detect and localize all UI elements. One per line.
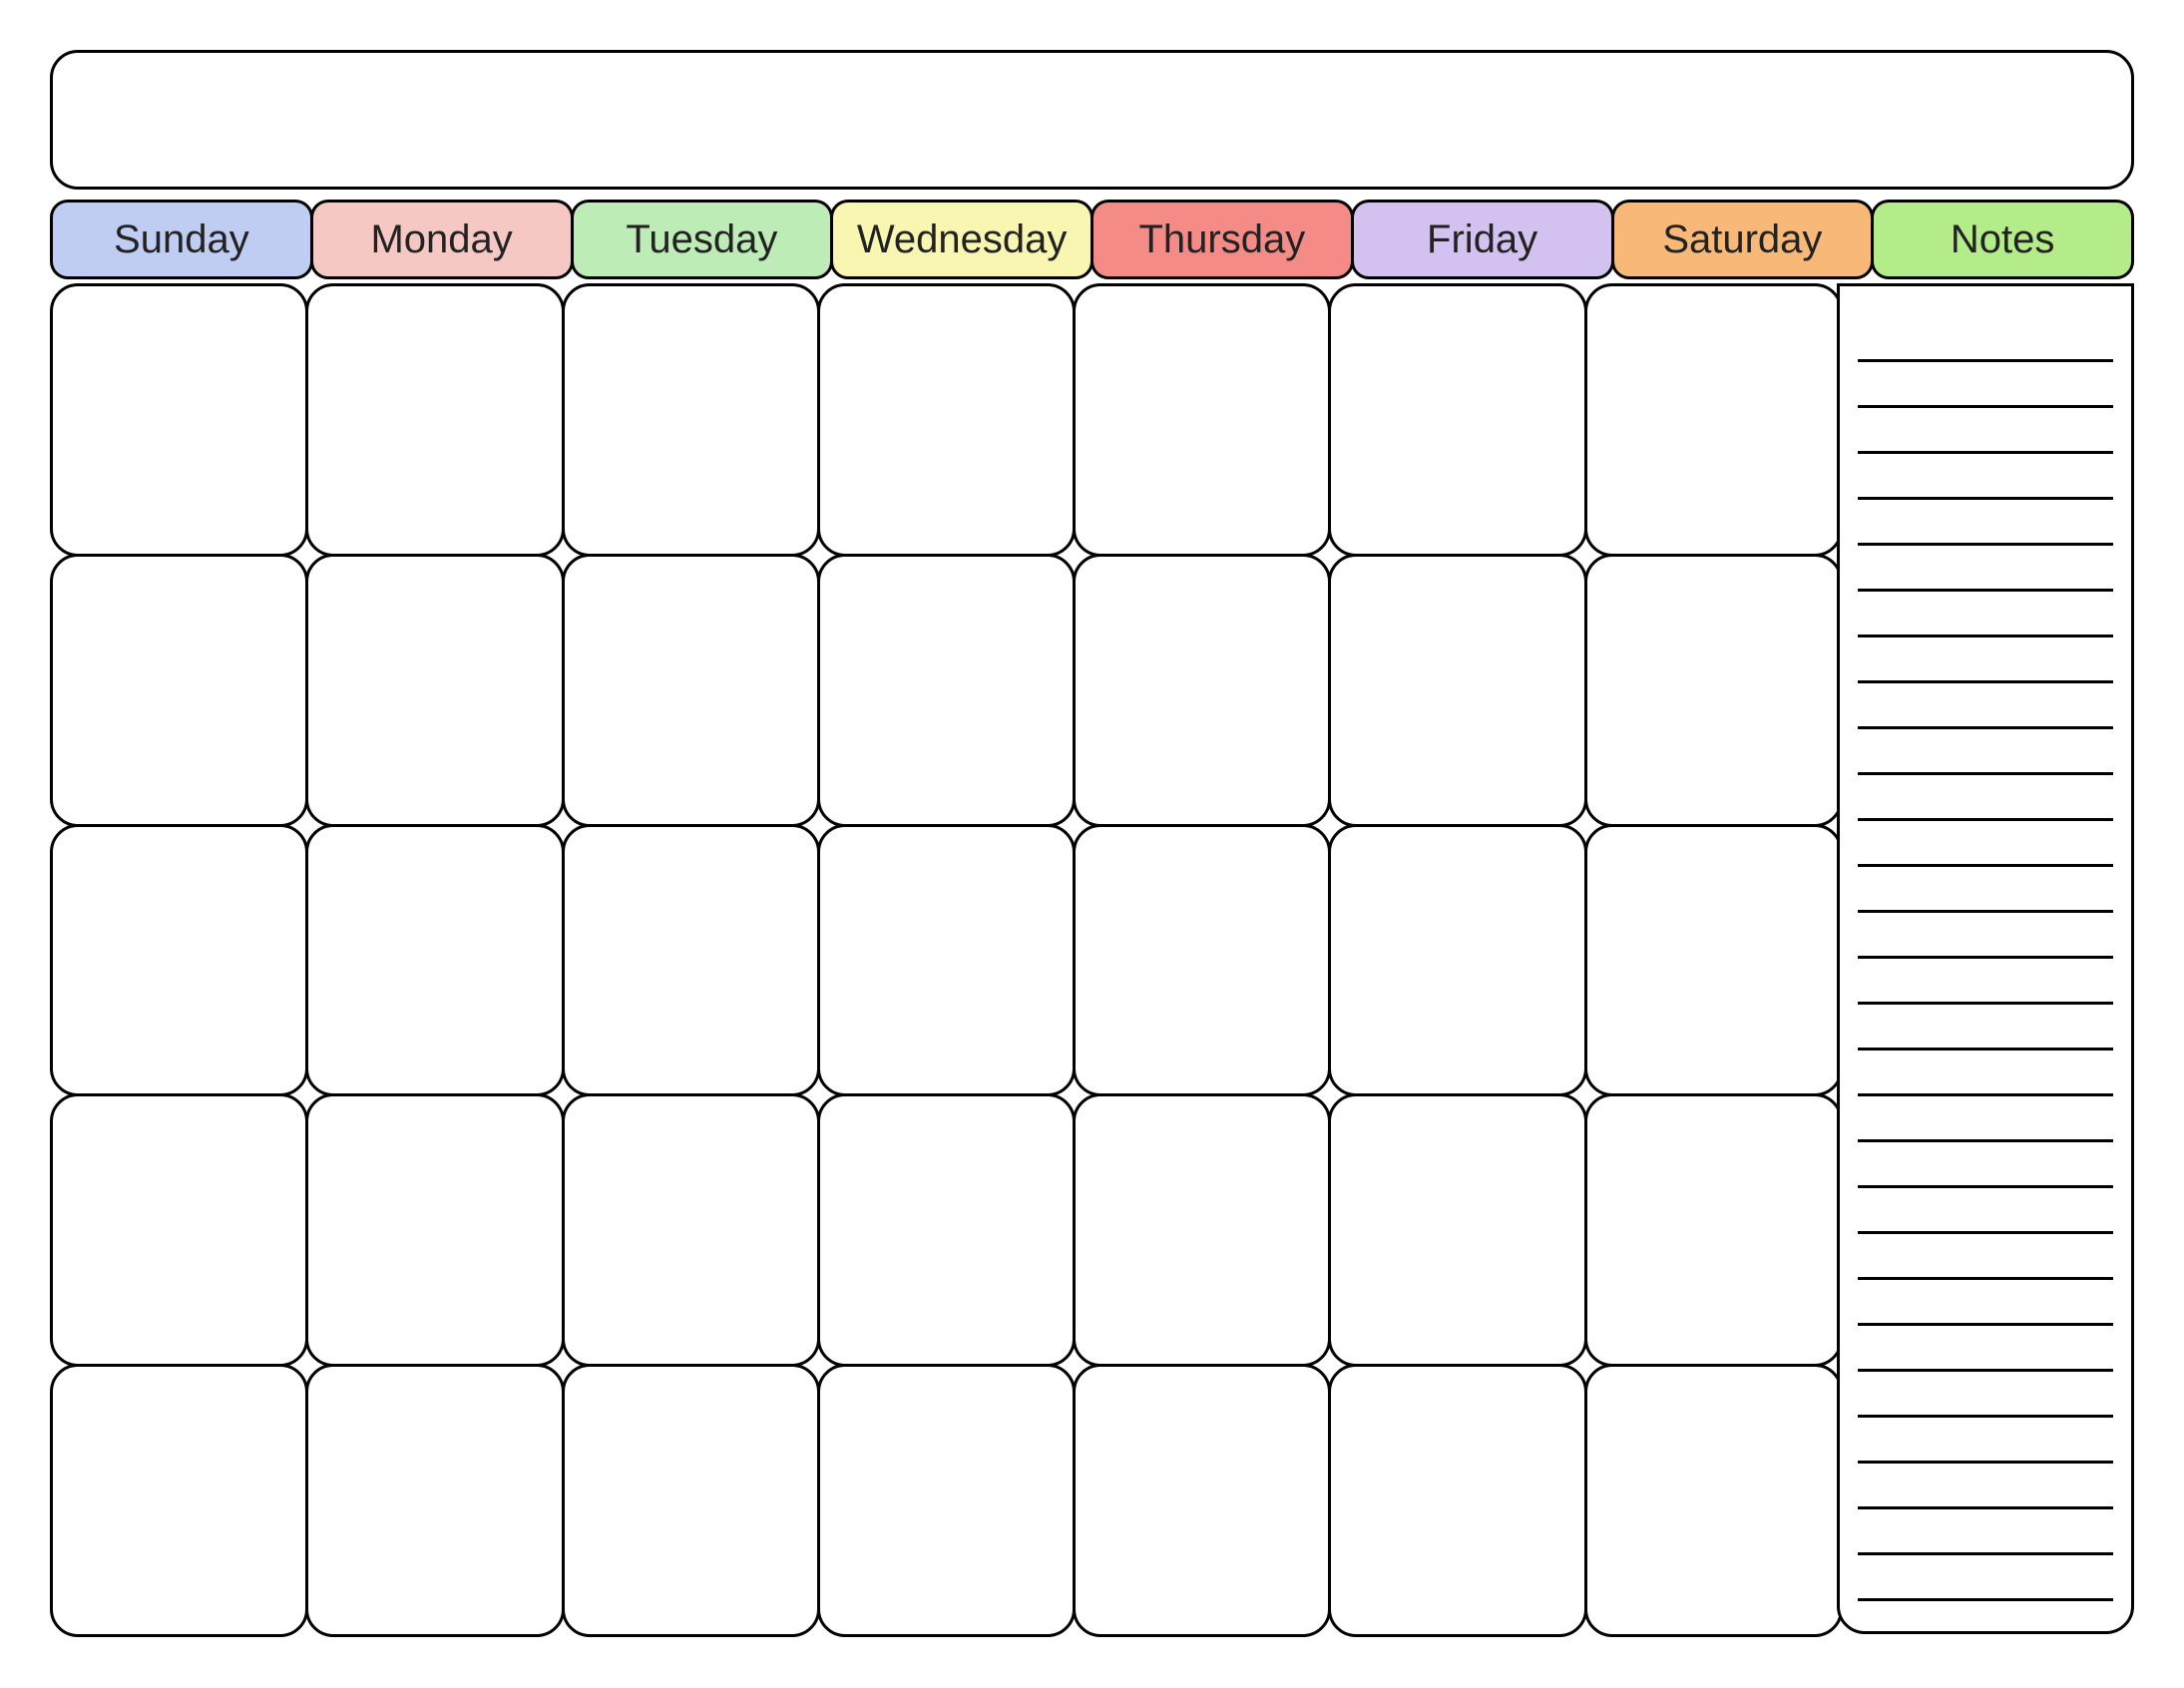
note-line[interactable] — [1858, 1326, 2113, 1372]
week-row — [50, 1093, 1840, 1364]
title-box[interactable] — [50, 50, 2134, 190]
note-line[interactable] — [1858, 546, 2113, 592]
day-cell[interactable] — [1584, 1364, 1843, 1637]
note-line[interactable] — [1858, 821, 2113, 867]
note-line[interactable] — [1858, 913, 2113, 959]
note-line[interactable] — [1858, 1555, 2113, 1601]
day-cell[interactable] — [1584, 824, 1843, 1097]
note-line[interactable] — [1858, 1509, 2113, 1555]
day-cell[interactable] — [50, 1093, 308, 1367]
note-line[interactable] — [1858, 500, 2113, 546]
header-saturday: Saturday — [1611, 200, 1875, 279]
note-line[interactable] — [1858, 959, 2113, 1005]
note-line[interactable] — [1858, 1418, 2113, 1464]
day-cell[interactable] — [562, 283, 820, 557]
note-line[interactable] — [1858, 1188, 2113, 1234]
day-cell[interactable] — [562, 1364, 820, 1637]
note-line[interactable] — [1858, 683, 2113, 729]
day-cell[interactable] — [1073, 1364, 1331, 1637]
note-line[interactable] — [1858, 1142, 2113, 1188]
week-row — [50, 1364, 1840, 1634]
day-cell[interactable] — [562, 554, 820, 827]
day-cell[interactable] — [1328, 824, 1586, 1097]
day-cell[interactable] — [817, 283, 1076, 557]
day-cell[interactable] — [50, 824, 308, 1097]
note-line[interactable] — [1858, 1051, 2113, 1096]
header-row: Sunday Monday Tuesday Wednesday Thursday… — [50, 200, 2134, 279]
day-cell[interactable] — [1328, 283, 1586, 557]
note-line[interactable] — [1858, 362, 2113, 408]
day-cell[interactable] — [562, 1093, 820, 1367]
day-cell[interactable] — [1584, 554, 1843, 827]
week-row — [50, 554, 1840, 824]
day-cell[interactable] — [1328, 1364, 1586, 1637]
note-line[interactable] — [1858, 637, 2113, 683]
header-sunday: Sunday — [50, 200, 313, 279]
note-line[interactable] — [1858, 1234, 2113, 1280]
note-line[interactable] — [1858, 1280, 2113, 1326]
day-cell[interactable] — [50, 283, 308, 557]
day-cell[interactable] — [305, 554, 564, 827]
day-cell[interactable] — [305, 283, 564, 557]
header-thursday: Thursday — [1091, 200, 1354, 279]
day-cell[interactable] — [1584, 1093, 1843, 1367]
note-line[interactable] — [1858, 454, 2113, 500]
calendar-body — [50, 283, 2134, 1634]
week-row — [50, 283, 1840, 554]
day-cell[interactable] — [305, 1093, 564, 1367]
day-cell[interactable] — [1073, 554, 1331, 827]
day-cell[interactable] — [1073, 283, 1331, 557]
day-cell[interactable] — [817, 824, 1076, 1097]
note-line[interactable] — [1858, 729, 2113, 775]
day-cell[interactable] — [817, 554, 1076, 827]
day-cell[interactable] — [305, 1364, 564, 1637]
note-line[interactable] — [1858, 1096, 2113, 1142]
notes-area[interactable] — [1837, 283, 2134, 1634]
header-notes: Notes — [1871, 200, 2134, 279]
day-cell[interactable] — [1073, 824, 1331, 1097]
note-line[interactable] — [1858, 316, 2113, 362]
day-cell[interactable] — [817, 1364, 1076, 1637]
day-cell[interactable] — [1328, 1093, 1586, 1367]
day-cell[interactable] — [305, 824, 564, 1097]
day-cell[interactable] — [817, 1093, 1076, 1367]
day-cell[interactable] — [1584, 283, 1843, 557]
note-line[interactable] — [1858, 408, 2113, 454]
header-tuesday: Tuesday — [571, 200, 834, 279]
calendar-page: Sunday Monday Tuesday Wednesday Thursday… — [50, 50, 2134, 1634]
header-friday: Friday — [1351, 200, 1614, 279]
day-cell[interactable] — [1328, 554, 1586, 827]
header-wednesday: Wednesday — [830, 200, 1093, 279]
day-cell[interactable] — [50, 1364, 308, 1637]
note-line[interactable] — [1858, 1464, 2113, 1509]
note-line[interactable] — [1858, 592, 2113, 637]
day-cell[interactable] — [562, 824, 820, 1097]
calendar-grid — [50, 283, 1840, 1634]
note-line[interactable] — [1858, 1005, 2113, 1051]
note-line[interactable] — [1858, 775, 2113, 821]
note-line[interactable] — [1858, 867, 2113, 913]
day-cell[interactable] — [50, 554, 308, 827]
header-monday: Monday — [310, 200, 574, 279]
day-cell[interactable] — [1073, 1093, 1331, 1367]
week-row — [50, 824, 1840, 1094]
note-line[interactable] — [1858, 1372, 2113, 1418]
